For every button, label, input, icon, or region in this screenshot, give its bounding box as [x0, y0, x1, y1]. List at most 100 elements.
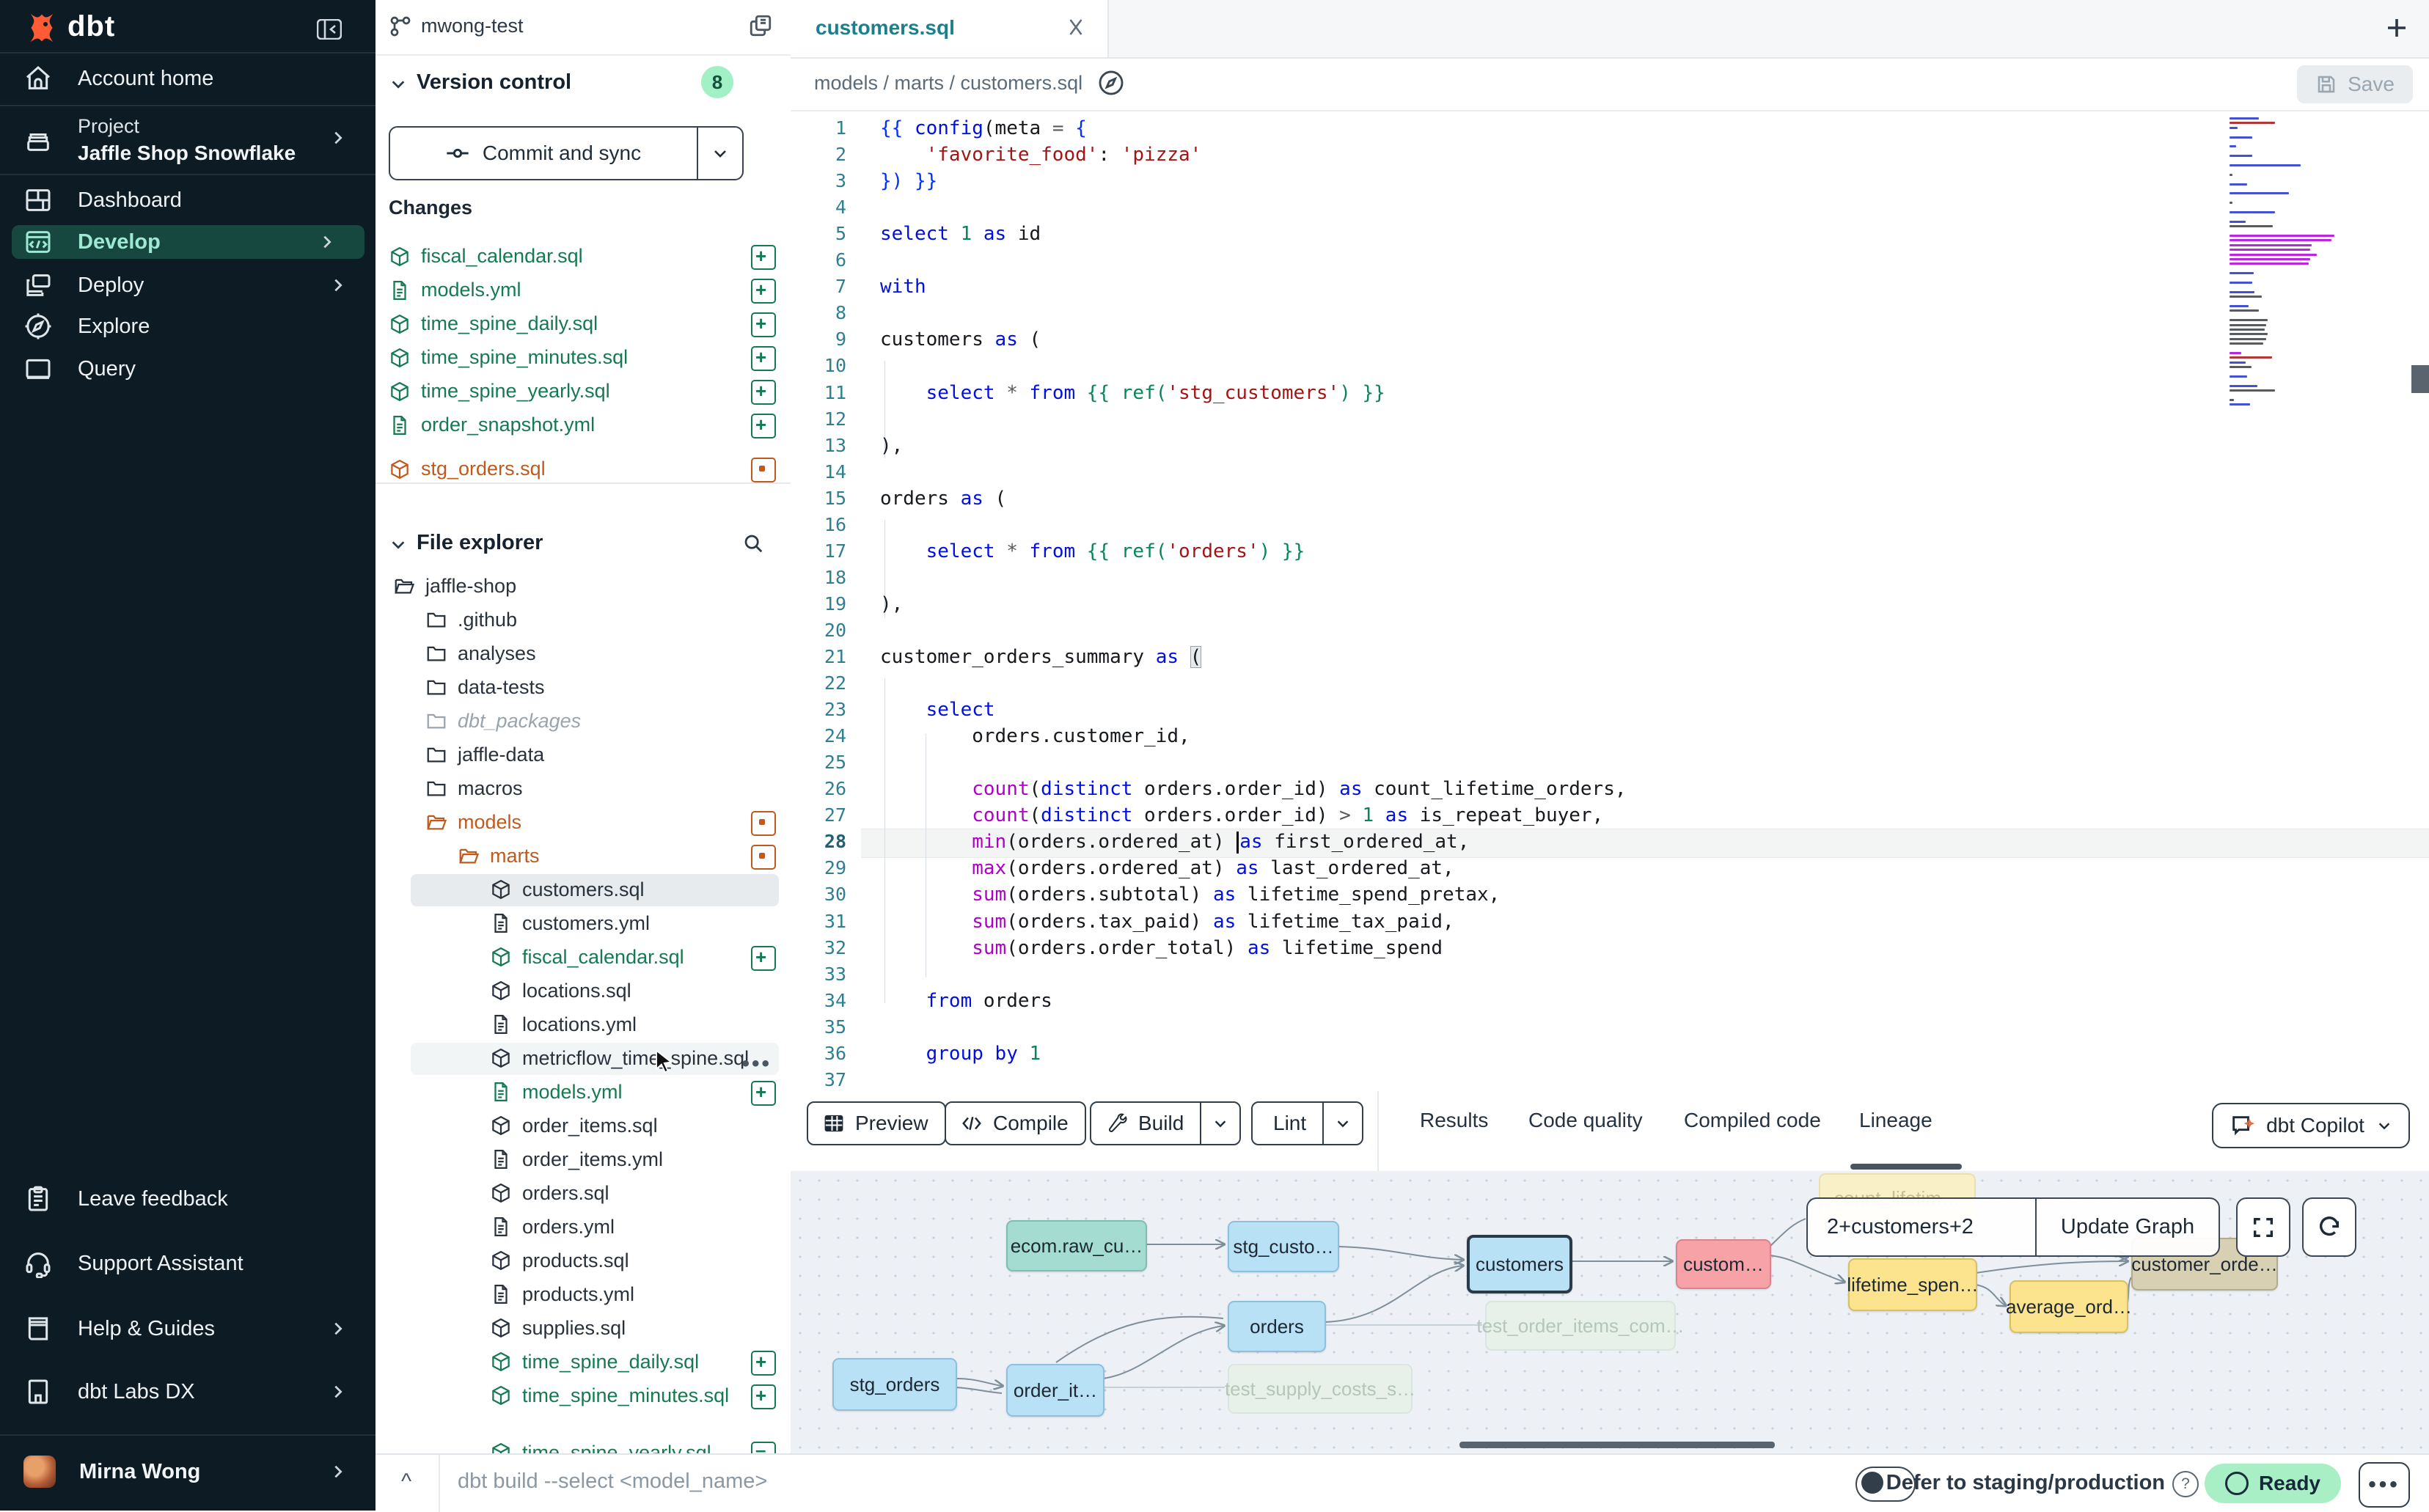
- lint-dropdown-chevron[interactable]: [1324, 1115, 1362, 1131]
- line-number: 27: [791, 802, 846, 829]
- lineage-node-custom-[interactable]: custom…: [1676, 1239, 1771, 1289]
- sidebar-item-explore[interactable]: Explore: [0, 305, 375, 348]
- explore-compass-icon[interactable]: [1097, 69, 1125, 97]
- file-row-time-spine-minutes-sql[interactable]: time_spine_minutes.sql+: [375, 1381, 791, 1412]
- update-graph-button[interactable]: Update Graph: [2035, 1199, 2219, 1255]
- lineage-node-ecom-raw-cu-[interactable]: ecom.raw_cu…: [1006, 1220, 1147, 1271]
- stage-minus-badge[interactable]: –: [751, 1442, 776, 1453]
- new-tab-icon[interactable]: [2384, 15, 2410, 41]
- file-row-locations-yml[interactable]: locations.yml: [375, 1010, 791, 1041]
- help-icon[interactable]: ?: [2172, 1471, 2199, 1497]
- lineage-node-stg-custo-[interactable]: stg_custo…: [1228, 1221, 1339, 1272]
- file-row-models-yml[interactable]: models.yml+: [375, 1078, 791, 1109]
- tab-results[interactable]: Results: [1420, 1109, 1488, 1132]
- sidebar-item-support-assistant[interactable]: Support Assistant: [0, 1242, 375, 1285]
- file-row-analyses[interactable]: analyses: [375, 639, 791, 670]
- editor-scrollbar-thumb[interactable]: [2411, 365, 2429, 393]
- line-number: 21: [791, 644, 846, 670]
- lineage-node-test-supply-costs-s-[interactable]: test_supply_costs_s…: [1228, 1364, 1413, 1414]
- mouse-cursor: [651, 1049, 676, 1074]
- file-row-data-tests[interactable]: data-tests: [375, 673, 791, 704]
- tab-compiled-code[interactable]: Compiled code: [1684, 1109, 1821, 1132]
- file-row-locations-sql[interactable]: locations.sql: [375, 977, 791, 1008]
- more-options-button[interactable]: •••: [2359, 1462, 2410, 1508]
- doc-icon: [490, 1216, 512, 1238]
- lineage-node-order-it-[interactable]: order_it…: [1006, 1364, 1104, 1417]
- close-icon[interactable]: [1065, 16, 1087, 38]
- tab-strip: customers.sql: [791, 0, 2429, 59]
- sidebar-item-dashboard[interactable]: Dashboard: [0, 179, 375, 221]
- tab-customers-sql[interactable]: customers.sql: [791, 0, 1109, 57]
- divider: [0, 52, 375, 54]
- code-line: min(orders.ordered_at) as first_ordered_…: [880, 829, 1469, 855]
- lineage-hscrollbar-thumb[interactable]: [1459, 1442, 1775, 1448]
- file-row-products-sql[interactable]: products.sql: [375, 1247, 791, 1277]
- file-row-jaffle-shop[interactable]: jaffle-shop: [375, 572, 791, 603]
- file-row-order-items-sql[interactable]: order_items.sql: [375, 1112, 791, 1142]
- lineage-node-orders[interactable]: orders: [1228, 1301, 1326, 1352]
- file-row-customers-yml[interactable]: customers.yml: [375, 909, 791, 940]
- tab-lineage[interactable]: Lineage: [1859, 1109, 1932, 1132]
- line-number: 2: [791, 142, 846, 168]
- sidebar-collapse-icon[interactable]: [317, 19, 342, 40]
- file-row-time-spine-daily-sql[interactable]: time_spine_daily.sql+: [375, 1348, 791, 1379]
- sidebar-item-project[interactable]: Project Jaffle Shop Snowflake: [0, 105, 375, 174]
- compile-button[interactable]: Compile: [945, 1101, 1086, 1145]
- file-row-time-spine-yearly-sql[interactable]: time_spine_yearly.sql–: [375, 1439, 791, 1453]
- lineage-node-stg-orders[interactable]: stg_orders: [832, 1358, 957, 1411]
- file-row-supplies-sql[interactable]: supplies.sql: [375, 1314, 791, 1345]
- stage-plus-badge[interactable]: +: [751, 946, 776, 971]
- stage-plus-badge[interactable]: +: [751, 1384, 776, 1409]
- row-menu-icon[interactable]: •••: [741, 1052, 772, 1076]
- ide-status-badge[interactable]: Ready: [2205, 1464, 2341, 1503]
- code-editor[interactable]: 1{{ config(meta = {2 'favorite_food': 'p…: [791, 111, 2429, 1091]
- file-row-marts[interactable]: marts: [375, 842, 791, 873]
- stage-plus-badge[interactable]: +: [751, 1081, 776, 1106]
- sidebar-item-deploy[interactable]: Deploy: [0, 264, 375, 307]
- model-icon: [490, 1384, 512, 1406]
- preview-button[interactable]: Preview: [807, 1101, 946, 1145]
- sidebar-item-dbt-labs-dx[interactable]: dbt Labs DX: [0, 1370, 375, 1413]
- code-line: orders.customer_id,: [880, 723, 1190, 749]
- refresh-button[interactable]: [2302, 1197, 2356, 1257]
- dbt-command-input[interactable]: dbt build --select <model_name>: [458, 1469, 767, 1494]
- lineage-selector-input[interactable]: 2+customers+2: [1808, 1199, 2035, 1255]
- file-row-customers-sql[interactable]: customers.sql: [375, 876, 791, 906]
- dbt-copilot-button[interactable]: dbt Copilot: [2212, 1103, 2410, 1148]
- model-icon: [490, 1442, 512, 1453]
- sidebar-item-leave-feedback[interactable]: Leave feedback: [0, 1178, 375, 1220]
- tab-code-quality[interactable]: Code quality: [1528, 1109, 1643, 1132]
- file-row-products-yml[interactable]: products.yml: [375, 1280, 791, 1311]
- file-row-jaffle-data[interactable]: jaffle-data: [375, 741, 791, 771]
- lineage-node-average-ord-[interactable]: average_ord…: [2009, 1280, 2128, 1333]
- file-row-macros[interactable]: macros: [375, 774, 791, 805]
- lineage-node-test-order-items-com-[interactable]: test_order_items_com…: [1485, 1301, 1676, 1351]
- fullscreen-button[interactable]: [2236, 1197, 2290, 1257]
- collapse-command-bar-icon[interactable]: ^: [392, 1469, 421, 1499]
- save-button[interactable]: Save: [2297, 65, 2413, 103]
- file-row-order-items-yml[interactable]: order_items.yml: [375, 1145, 791, 1176]
- sidebar-item-develop[interactable]: Develop: [12, 225, 364, 259]
- user-menu[interactable]: Mirna Wong: [0, 1446, 375, 1497]
- file-row--github[interactable]: .github: [375, 606, 791, 636]
- file-row-orders-yml[interactable]: orders.yml: [375, 1213, 791, 1244]
- lineage-canvas[interactable]: ecom.raw_cu…stg_custo…customerscustom…co…: [791, 1171, 2429, 1453]
- file-row-models[interactable]: models: [375, 808, 791, 839]
- file-row-fiscal-calendar-sql[interactable]: fiscal_calendar.sql+: [375, 943, 791, 974]
- folder-open-icon: [458, 845, 480, 867]
- stage-plus-badge[interactable]: +: [751, 1351, 776, 1376]
- build-dropdown-chevron[interactable]: [1201, 1115, 1239, 1131]
- sidebar-item-query[interactable]: Query: [0, 348, 375, 390]
- lint-button[interactable]: Lint: [1251, 1101, 1363, 1145]
- lineage-node-lifetime-spen-[interactable]: lifetime_spen…: [1848, 1258, 1977, 1311]
- file-row-metricflow-time-spine-sql[interactable]: metricflow_time_spine.sql•••: [375, 1044, 791, 1075]
- file-row-orders-sql[interactable]: orders.sql: [375, 1179, 791, 1210]
- file-row-dbt-packages[interactable]: dbt_packages: [375, 707, 791, 738]
- lineage-node-customers[interactable]: customers: [1467, 1235, 1572, 1293]
- line-number: 12: [791, 406, 846, 433]
- ready-label: Ready: [2259, 1472, 2320, 1495]
- line-number: 1: [791, 115, 846, 142]
- build-button[interactable]: Build: [1090, 1101, 1241, 1145]
- sidebar-item-help-guides[interactable]: Help & Guides: [0, 1307, 375, 1350]
- sidebar-item-account-home[interactable]: Account home: [0, 57, 375, 100]
